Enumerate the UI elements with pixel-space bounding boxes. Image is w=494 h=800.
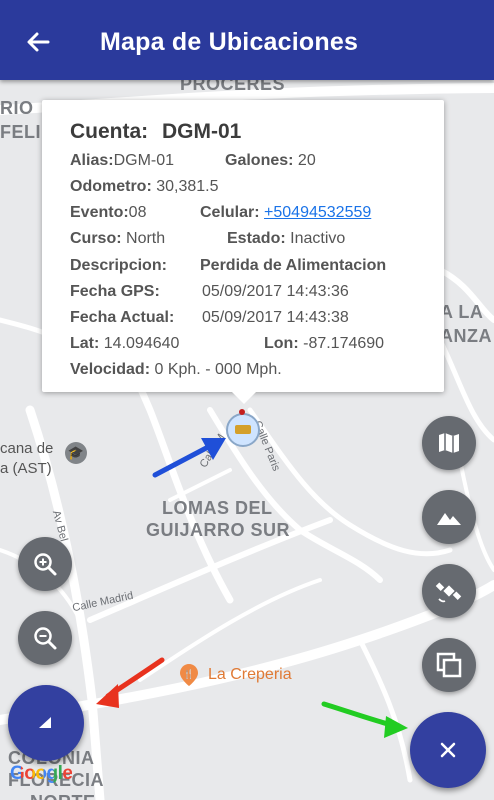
map-type-satellite-button[interactable] <box>422 564 476 618</box>
app-bar: Mapa de Ubicaciones <box>0 0 494 80</box>
zoom-in-button[interactable] <box>18 537 72 591</box>
zoom-out-button[interactable] <box>18 611 72 665</box>
red-arrow-icon <box>96 657 165 708</box>
annotation-arrows <box>96 438 408 738</box>
map-icon <box>439 433 459 453</box>
arrow-left-icon <box>27 32 50 52</box>
close-button[interactable] <box>410 712 486 788</box>
layers-icon <box>436 652 462 678</box>
page-title: Mapa de Ubicaciones <box>100 28 359 56</box>
map-view[interactable]: PROCERES RIO FELIPE A LA ANZA LOMAS DEL … <box>0 80 494 800</box>
map-type-hybrid-button[interactable] <box>422 638 476 692</box>
close-icon <box>440 742 456 758</box>
compass-icon <box>39 717 51 728</box>
map-type-normal-button[interactable] <box>422 416 476 470</box>
blue-arrow-icon <box>152 438 226 478</box>
terrain-icon <box>437 513 461 525</box>
compass-button[interactable] <box>8 685 84 761</box>
satellite-icon <box>435 582 462 603</box>
google-logo: Google <box>10 763 73 784</box>
zoom-in-icon <box>34 553 57 576</box>
green-arrow-icon <box>321 701 408 738</box>
map-type-terrain-button[interactable] <box>422 490 476 544</box>
zoom-out-icon <box>34 627 57 650</box>
back-button[interactable] <box>22 26 54 58</box>
